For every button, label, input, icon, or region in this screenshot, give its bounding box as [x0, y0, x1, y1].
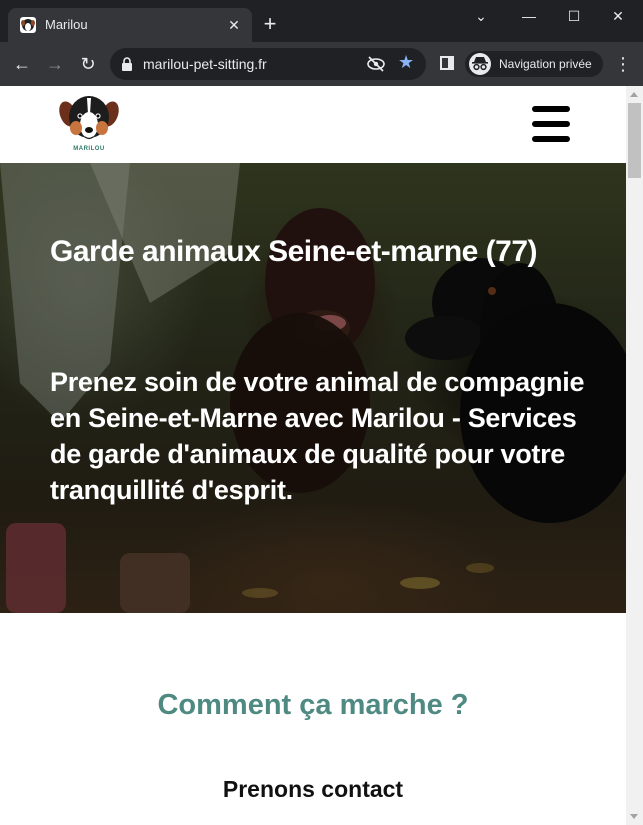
hero-title: Garde animaux Seine-et-marne (77) — [50, 235, 538, 268]
new-tab-button[interactable]: + — [258, 12, 282, 36]
tab-marilou[interactable]: Marilou ✕ — [8, 8, 252, 42]
window-close-button[interactable]: ✕ — [607, 6, 629, 26]
incognito-label: Navigation privée — [499, 57, 592, 71]
back-button[interactable]: ← — [10, 52, 34, 76]
step-title: Prenons contact — [222, 776, 404, 802]
reload-button[interactable]: ↻ — [76, 52, 100, 76]
hero-subtitle: Prenez soin de votre animal de compagnie… — [50, 367, 585, 505]
eye-off-icon[interactable] — [366, 55, 386, 73]
url-text[interactable]: marilou-pet-sitting.fr — [143, 56, 267, 72]
dog-logo-icon — [59, 96, 119, 140]
scrollbar[interactable] — [626, 86, 643, 825]
scrollbar-thumb[interactable] — [628, 103, 641, 178]
browser-toolbar: ← → ↻ marilou-pet-sitting.fr ★ Navigatio… — [0, 42, 643, 86]
scroll-down-icon[interactable] — [630, 814, 638, 819]
forward-button[interactable]: → — [43, 52, 67, 76]
scroll-up-icon[interactable] — [630, 92, 638, 97]
hero-banner: Garde animaux Seine-et-marne (77) Prenez… — [0, 163, 626, 613]
logo-text: MARILOU — [73, 146, 105, 152]
tab-strip: Marilou ✕ + ⌄ — ☐ ✕ — [0, 0, 643, 42]
site-header: MARILOU — [0, 86, 626, 163]
page-viewport: MARILOU Garde animaux Seine-et-marne (77… — [0, 86, 643, 825]
incognito-badge[interactable]: Navigation privée — [465, 51, 603, 77]
tab-title: Marilou — [45, 17, 88, 32]
minimize-button[interactable]: — — [518, 6, 540, 26]
bookmark-star-icon[interactable]: ★ — [398, 52, 414, 73]
side-panel-icon[interactable] — [440, 56, 454, 70]
tab-close-icon[interactable]: ✕ — [224, 15, 244, 35]
site-logo[interactable]: MARILOU — [58, 92, 120, 156]
browser-menu-icon[interactable]: ⋮ — [614, 52, 632, 76]
lock-icon — [122, 57, 132, 71]
tab-search-icon[interactable]: ⌄ — [470, 6, 492, 26]
maximize-button[interactable]: ☐ — [563, 6, 585, 26]
hamburger-menu-icon[interactable] — [532, 106, 570, 144]
incognito-icon — [469, 53, 491, 75]
favicon-icon — [20, 17, 36, 33]
address-bar[interactable]: marilou-pet-sitting.fr ★ — [110, 48, 426, 80]
section-title: Comment ça marche ? — [157, 689, 469, 721]
